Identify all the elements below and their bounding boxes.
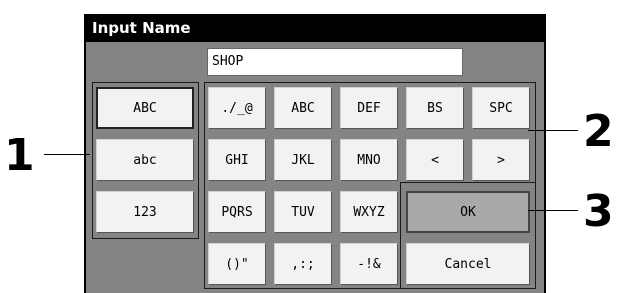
name-input-field[interactable]: SHOP [207, 48, 463, 76]
key-cursor-left[interactable]: < [406, 139, 464, 181]
cancel-button[interactable]: Cancel [406, 243, 530, 285]
key-mno[interactable]: MNO [340, 139, 398, 181]
key-ghi[interactable]: GHI [208, 139, 266, 181]
callout-number-3: 3 [583, 186, 614, 237]
key-pqrs[interactable]: PQRS [208, 191, 266, 233]
callout-line-3 [528, 210, 578, 211]
callout-line-1 [44, 154, 90, 155]
key-backspace[interactable]: BS [406, 87, 464, 129]
callout-line-2 [528, 130, 578, 131]
key-cursor-right[interactable]: > [472, 139, 530, 181]
mode-key-numeric[interactable]: 123 [96, 191, 194, 233]
key-def[interactable]: DEF [340, 87, 398, 129]
key-brackets-quotes[interactable]: ()" [208, 243, 266, 285]
callout-number-1: 1 [4, 130, 35, 181]
dialog-title: Input Name [86, 14, 544, 42]
callout-number-2: 2 [583, 106, 614, 157]
key-symbols[interactable]: ./_@ [208, 87, 266, 129]
key-space[interactable]: SPC [472, 87, 530, 129]
key-abc[interactable]: ABC [274, 87, 332, 129]
key-punctuation[interactable]: ,:; [274, 243, 332, 285]
input-name-dialog: Input Name SHOP ABC abc 123 ./_@ ABC DEF… [84, 14, 546, 293]
key-dash-symbols[interactable]: -!& [340, 243, 398, 285]
key-tuv[interactable]: TUV [274, 191, 332, 233]
mode-key-uppercase[interactable]: ABC [96, 87, 194, 129]
key-wxyz[interactable]: WXYZ [340, 191, 398, 233]
key-jkl[interactable]: JKL [274, 139, 332, 181]
ok-button[interactable]: OK [406, 191, 530, 233]
mode-key-lowercase[interactable]: abc [96, 139, 194, 181]
